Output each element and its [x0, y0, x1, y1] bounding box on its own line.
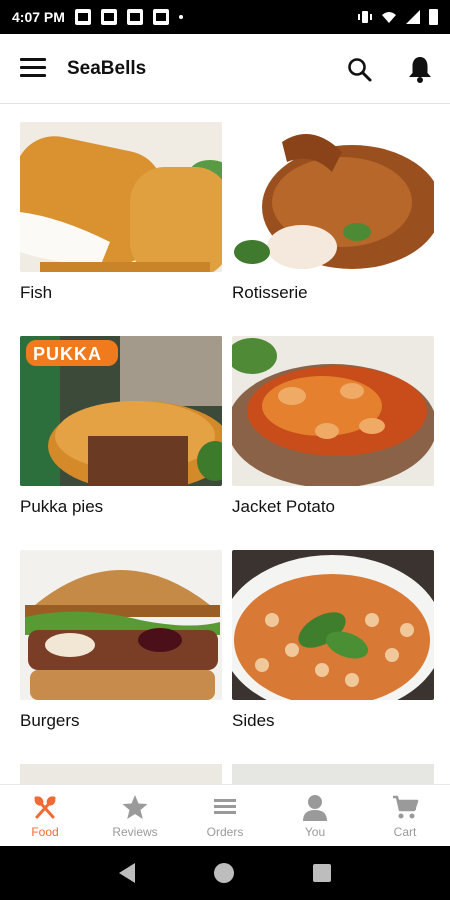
search-icon[interactable] — [346, 56, 374, 84]
system-nav-bar — [0, 846, 450, 900]
category-card-fish[interactable]: Fish — [20, 122, 222, 303]
notification-icon — [74, 9, 91, 25]
category-label: Jacket Potato — [232, 497, 336, 516]
vibrate-icon — [358, 11, 372, 23]
nav-item-orders[interactable]: Orders — [180, 785, 270, 846]
wifi-icon — [382, 12, 396, 23]
category-label: Pukka pies — [20, 497, 104, 516]
pukka-pies-image: PUKKA — [20, 336, 222, 486]
category-card-sides[interactable]: Sides — [232, 550, 434, 731]
category-card-pukka-pies[interactable]: PUKKA Pukka pies — [20, 336, 222, 517]
battery-icon — [429, 9, 438, 25]
category-label: Fish — [20, 283, 53, 302]
fork-knife-icon — [34, 796, 56, 819]
notification-icon — [126, 9, 143, 25]
sides-image — [232, 550, 434, 700]
nav-item-food[interactable]: Food — [0, 785, 90, 846]
recent-apps-icon[interactable] — [312, 864, 331, 882]
category-card-rotisserie[interactable]: Rotisserie — [232, 122, 434, 303]
category-label: Burgers — [20, 711, 80, 730]
star-icon — [122, 795, 148, 819]
cart-icon — [393, 795, 419, 819]
nav-label: Cart — [393, 825, 417, 839]
nav-item-cart[interactable]: Cart — [360, 785, 450, 846]
person-icon — [303, 795, 327, 821]
nav-label: Food — [31, 825, 59, 839]
burgers-image — [20, 550, 222, 700]
page-title: SeaBells — [67, 58, 147, 79]
bottom-nav: Food Reviews Orders You Cart — [0, 784, 450, 846]
app-header: SeaBells — [0, 34, 450, 104]
pukka-badge: PUKKA — [33, 344, 103, 364]
notification-icon — [152, 9, 169, 25]
fish-image — [20, 122, 222, 272]
category-label: Sides — [232, 711, 275, 730]
category-card-burgers[interactable]: Burgers — [20, 550, 222, 731]
category-card-partial[interactable] — [20, 764, 222, 784]
nav-item-reviews[interactable]: Reviews — [90, 785, 180, 846]
menu-icon[interactable] — [20, 58, 46, 80]
notification-icon — [100, 9, 117, 25]
status-time: 4:07 PM — [12, 9, 65, 25]
category-grid: Fish Rotisserie PUKKA Pukka pies Jacket … — [0, 104, 450, 784]
rotisserie-image — [232, 122, 434, 272]
more-notifications-icon — [178, 15, 183, 19]
jacket-potato-image — [232, 336, 434, 486]
category-card-jacket-potato[interactable]: Jacket Potato — [232, 336, 434, 517]
nav-label: Reviews — [112, 825, 158, 839]
signal-icon — [406, 10, 420, 24]
category-card-partial[interactable] — [232, 764, 434, 784]
category-label: Rotisserie — [232, 283, 308, 302]
nav-label: You — [304, 825, 326, 839]
status-bar: 4:07 PM — [0, 0, 450, 34]
home-icon[interactable] — [213, 863, 234, 883]
nav-item-you[interactable]: You — [270, 785, 360, 846]
nav-label: Orders — [206, 825, 244, 839]
bell-icon[interactable] — [406, 54, 434, 84]
back-icon[interactable] — [119, 863, 136, 883]
list-icon — [214, 799, 236, 814]
